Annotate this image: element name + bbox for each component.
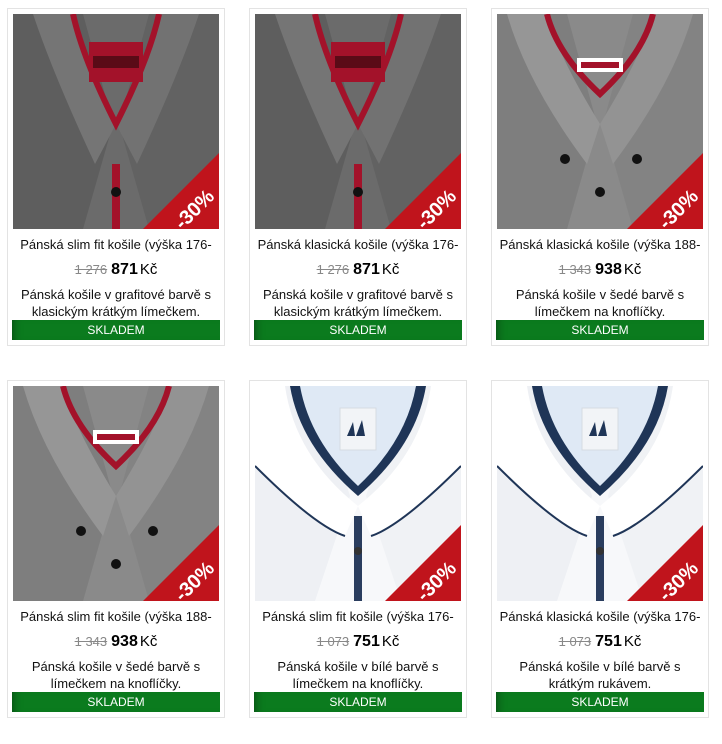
product-card[interactable]: -30% Pánská slim fit košile (výška 188- …	[7, 380, 225, 718]
product-image[interactable]: -30%	[497, 14, 703, 229]
price: 1 276 871 Kč	[250, 259, 466, 281]
price: 1 343 938 Kč	[492, 259, 708, 281]
product-description: Pánská košile v bílé barvě s krátkým ruk…	[519, 659, 681, 691]
stock-badge: SKLADEM	[254, 320, 462, 340]
product-card[interactable]: -30% Pánská klasická košile (výška 188- …	[491, 8, 709, 346]
product-title[interactable]: Pánská klasická košile (výška 176-	[250, 237, 466, 253]
old-price: 1 276	[316, 262, 350, 277]
currency: Kč	[139, 261, 158, 278]
current-price: 938	[111, 633, 138, 650]
stock-badge: SKLADEM	[12, 320, 220, 340]
product-description: Pánská košile v grafitové barvě s klasic…	[20, 287, 212, 319]
price: 1 276 871 Kč	[8, 259, 224, 281]
currency: Kč	[623, 261, 642, 278]
product-image[interactable]: -30%	[497, 386, 703, 601]
current-price: 871	[111, 261, 138, 278]
product-card[interactable]: -30% Pánská klasická košile (výška 176- …	[491, 380, 709, 718]
price: 1 343 938 Kč	[8, 631, 224, 653]
product-description: Pánská košile v šedé barvě s límečkem na…	[515, 287, 685, 319]
price: 1 073 751 Kč	[492, 631, 708, 653]
product-description: Pánská košile v bílé barvě s límečkem na…	[277, 659, 439, 691]
product-image[interactable]: -30%	[13, 386, 219, 601]
product-title[interactable]: Pánská slim fit košile (výška 176-	[8, 237, 224, 253]
product-title[interactable]: Pánská klasická košile (výška 188-	[492, 237, 708, 253]
stock-badge: SKLADEM	[496, 320, 704, 340]
currency: Kč	[139, 633, 158, 650]
old-price: 1 073	[558, 634, 592, 649]
currency: Kč	[381, 261, 400, 278]
current-price: 751	[353, 633, 380, 650]
stock-badge: SKLADEM	[12, 692, 220, 712]
current-price: 751	[595, 633, 622, 650]
stock-badge: SKLADEM	[496, 692, 704, 712]
old-price: 1 073	[316, 634, 350, 649]
product-title[interactable]: Pánská klasická košile (výška 176-	[492, 609, 708, 625]
product-description: Pánská košile v grafitové barvě s klasic…	[262, 287, 454, 319]
product-card[interactable]: -30% Pánská klasická košile (výška 176- …	[249, 8, 467, 346]
product-card[interactable]: -30% Pánská slim fit košile (výška 176- …	[7, 8, 225, 346]
product-title[interactable]: Pánská slim fit košile (výška 176-	[250, 609, 466, 625]
product-image[interactable]: -30%	[255, 14, 461, 229]
old-price: 1 343	[558, 262, 592, 277]
product-image[interactable]: -30%	[255, 386, 461, 601]
old-price: 1 343	[74, 634, 108, 649]
currency: Kč	[623, 633, 642, 650]
product-title[interactable]: Pánská slim fit košile (výška 188-	[8, 609, 224, 625]
stock-badge: SKLADEM	[254, 692, 462, 712]
product-card[interactable]: -30% Pánská slim fit košile (výška 176- …	[249, 380, 467, 718]
product-description: Pánská košile v šedé barvě s límečkem na…	[31, 659, 201, 691]
price: 1 073 751 Kč	[250, 631, 466, 653]
current-price: 938	[595, 261, 622, 278]
currency: Kč	[381, 633, 400, 650]
current-price: 871	[353, 261, 380, 278]
product-image[interactable]: -30%	[13, 14, 219, 229]
old-price: 1 276	[74, 262, 108, 277]
